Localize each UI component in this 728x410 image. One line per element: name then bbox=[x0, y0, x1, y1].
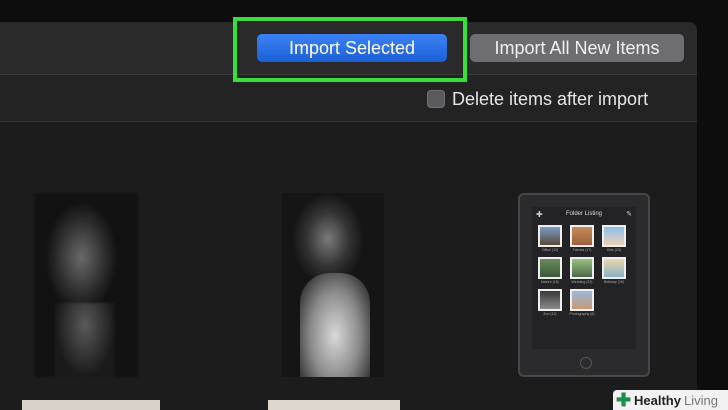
watermark-brand: Healthy bbox=[634, 392, 681, 408]
import-all-new-items-button[interactable]: Import All New Items bbox=[470, 34, 684, 62]
tablet-title: Folder Listing bbox=[565, 211, 603, 217]
delete-after-import-label: Delete items after import bbox=[452, 88, 649, 109]
edit-icon: ✎ bbox=[626, 211, 632, 218]
folder-caption: Birthday (15) bbox=[603, 280, 625, 284]
folder-caption: Photography (6) bbox=[569, 312, 595, 316]
folder-thumb bbox=[538, 257, 562, 279]
photo-thumbnail[interactable] bbox=[282, 193, 384, 377]
photo-thumbnail-partial[interactable] bbox=[268, 400, 400, 410]
tablet-screen: ✚ Folder Listing ✎ Office (12) Friends (… bbox=[532, 207, 636, 349]
delete-after-import-option[interactable]: Delete items after import bbox=[427, 88, 648, 110]
folder-caption: Office (12) bbox=[541, 248, 559, 252]
plus-cross-icon: ✚ bbox=[616, 390, 632, 410]
tablet-home-button bbox=[580, 357, 592, 369]
folder-thumb bbox=[570, 225, 594, 247]
tablet-screenshot-thumbnail[interactable]: ✚ Folder Listing ✎ Office (12) Friends (… bbox=[518, 193, 650, 377]
watermark-logo: ✚ Healthy Living bbox=[613, 390, 728, 410]
photo-thumbnail[interactable] bbox=[35, 193, 138, 377]
folder-caption: Zoo (12) bbox=[543, 312, 557, 316]
folder-thumb bbox=[538, 289, 562, 311]
folder-thumb bbox=[602, 225, 626, 247]
watermark-suffix: Living bbox=[683, 392, 718, 408]
folder-thumb bbox=[570, 289, 594, 311]
folder-thumb bbox=[570, 257, 594, 279]
photo-thumbnail-partial[interactable] bbox=[22, 400, 160, 410]
folder-caption: Kids (23) bbox=[606, 248, 621, 252]
folder-thumb bbox=[602, 257, 626, 279]
folder-caption: Friends (17) bbox=[572, 248, 592, 252]
photo-figure bbox=[55, 303, 115, 377]
folder-thumb bbox=[538, 225, 562, 247]
import-selected-button[interactable]: Import Selected bbox=[257, 34, 447, 62]
photo-figure bbox=[300, 273, 370, 377]
delete-after-import-checkbox[interactable] bbox=[427, 90, 445, 108]
folder-caption: Nature (18) bbox=[541, 280, 559, 284]
folder-caption: Wedding (22) bbox=[571, 280, 593, 284]
